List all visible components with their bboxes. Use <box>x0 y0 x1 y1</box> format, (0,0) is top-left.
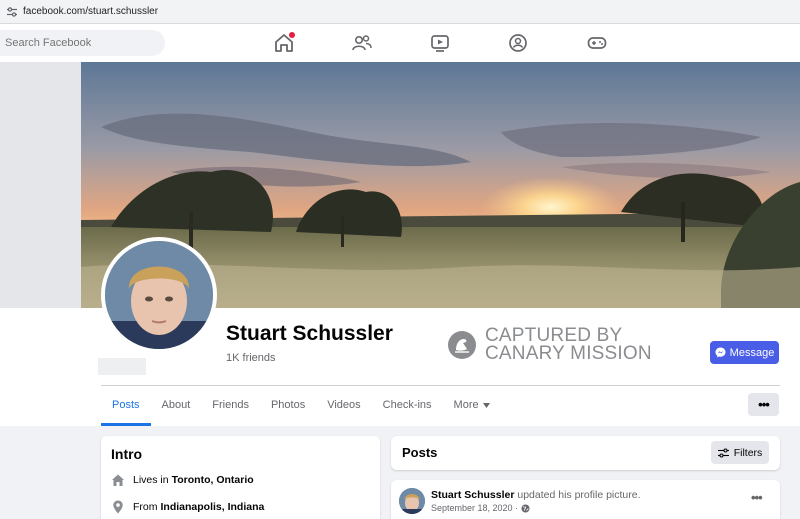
tab-about[interactable]: About <box>151 386 202 424</box>
post-meta: September 18, 2020 · <box>431 503 530 513</box>
site-settings-icon[interactable] <box>6 6 18 18</box>
message-button[interactable]: Message <box>710 341 779 364</box>
post-date[interactable]: September 18, 2020 · <box>431 503 518 513</box>
intro-card: Intro Lives in Toronto, Ontario From India… <box>101 436 380 519</box>
gaming-icon[interactable] <box>586 32 608 54</box>
intro-title: Intro <box>111 446 143 462</box>
home-icon[interactable] <box>273 32 295 54</box>
tab-videos[interactable]: Videos <box>316 386 371 424</box>
location-pin-icon <box>113 500 123 514</box>
intro-lives-in: Lives in Toronto, Ontario <box>111 473 254 487</box>
profile-name: Stuart Schussler <box>226 322 393 345</box>
tab-posts[interactable]: Posts <box>101 386 151 426</box>
intro-from: From Indianapolis, Indiana <box>111 500 264 514</box>
tab-friends[interactable]: Friends <box>201 386 260 424</box>
tab-photos[interactable]: Photos <box>260 386 316 424</box>
caret-down-icon <box>482 402 490 408</box>
top-navigation <box>0 24 800 62</box>
globe-icon <box>521 504 530 512</box>
filters-label: Filters <box>733 446 763 459</box>
filter-sliders-icon <box>717 447 729 458</box>
search-input[interactable] <box>0 30 165 56</box>
profile-tabs: Posts About Friends Photos Videos Check-… <box>101 386 501 426</box>
more-actions-button[interactable]: ••• <box>748 393 779 416</box>
groups-icon[interactable] <box>507 32 529 54</box>
notification-dot <box>289 32 295 38</box>
friends-count[interactable]: 1K friends <box>226 352 276 364</box>
post-action: updated his profile picture. <box>514 489 641 501</box>
post-author-avatar[interactable] <box>399 488 425 514</box>
post-headline: Stuart Schussler updated his profile pic… <box>431 489 641 501</box>
messenger-icon <box>715 347 726 358</box>
watermark-line-2: CANARY MISSION <box>485 343 652 364</box>
message-label: Message <box>729 346 775 359</box>
house-icon <box>112 474 124 486</box>
posts-title: Posts <box>402 445 438 460</box>
post-menu-button[interactable]: ••• <box>751 490 763 505</box>
profile-picture[interactable] <box>101 237 217 353</box>
browser-url-bar[interactable]: facebook.com/stuart.schussler <box>0 0 800 24</box>
canary-logo-icon <box>448 331 476 359</box>
watch-icon[interactable] <box>429 32 451 54</box>
url-text[interactable]: facebook.com/stuart.schussler <box>23 6 158 17</box>
redacted-box <box>98 358 146 375</box>
tab-more[interactable]: More <box>443 386 501 424</box>
post-card: Stuart Schussler updated his profile pic… <box>391 480 780 519</box>
post-author[interactable]: Stuart Schussler <box>431 489 514 501</box>
watermark: CAPTURED BY CANARY MISSION <box>447 326 652 364</box>
posts-header-card: Posts Filters <box>391 436 780 470</box>
friends-icon[interactable] <box>351 32 373 54</box>
tab-check-ins[interactable]: Check-ins <box>372 386 443 424</box>
filters-button[interactable]: Filters <box>711 441 769 464</box>
cover-left-margin <box>0 62 81 308</box>
